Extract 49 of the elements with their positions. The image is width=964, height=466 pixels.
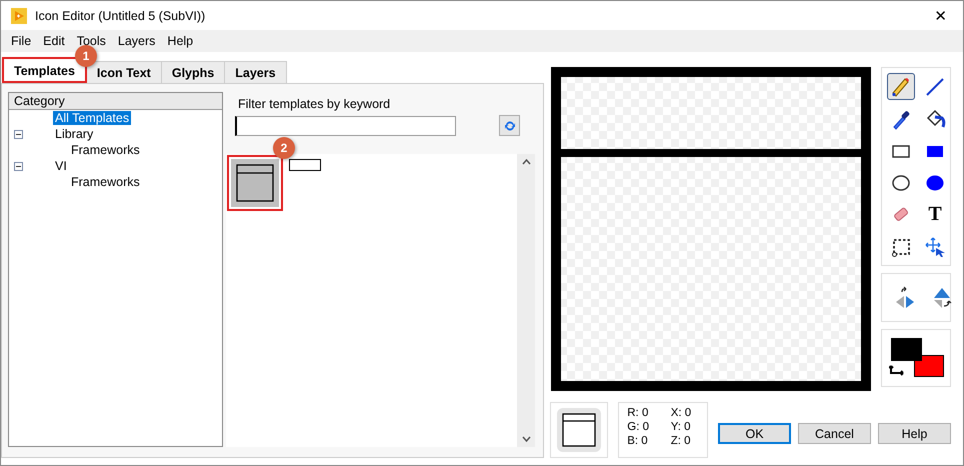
tab[interactable]: Layers xyxy=(224,61,287,83)
tree-item[interactable]: Frameworks xyxy=(69,143,142,157)
menu-item[interactable]: File xyxy=(5,34,38,48)
readout-value: R: 0 xyxy=(627,407,650,421)
app-icon xyxy=(11,8,27,24)
scroll-down-icon xyxy=(522,435,530,443)
menu-item[interactable]: Layers xyxy=(112,34,162,48)
tab[interactable]: Glyphs xyxy=(160,61,226,83)
tree-item[interactable]: Frameworks xyxy=(69,175,142,189)
callout-badge: 2 xyxy=(273,137,295,159)
tab[interactable]: Icon Text xyxy=(86,61,162,83)
tree-item[interactable]: VI xyxy=(53,159,69,173)
refresh-button[interactable] xyxy=(499,115,520,136)
background-color-swatch[interactable] xyxy=(914,355,944,377)
menu-item[interactable]: Help xyxy=(161,34,200,48)
dialog-button[interactable]: Help xyxy=(878,423,951,444)
readout-value: Z: 0 xyxy=(670,435,692,449)
collapse-icon[interactable] xyxy=(14,130,23,138)
scrollbar[interactable] xyxy=(517,154,535,447)
dialog-button[interactable]: Cancel xyxy=(798,423,871,444)
paint-bucket-icon xyxy=(924,108,946,130)
readout-value: B: 0 xyxy=(627,435,649,449)
foreground-color-swatch[interactable] xyxy=(891,338,922,361)
preview-icon xyxy=(557,408,602,452)
tool-button[interactable]: T xyxy=(921,201,949,228)
readout-value: X: 0 xyxy=(670,407,692,421)
filter-field[interactable] xyxy=(235,116,456,136)
pencil-icon xyxy=(890,76,912,98)
tree-item[interactable]: All Templates xyxy=(53,111,132,125)
refresh-icon xyxy=(502,118,516,132)
scroll-up-icon xyxy=(522,158,530,166)
menu-item[interactable]: Tools xyxy=(70,34,112,48)
move-icon xyxy=(924,236,946,258)
filter-label: Filter templates by keyword xyxy=(238,97,392,111)
close-button[interactable]: ✕ xyxy=(928,6,953,24)
readout-value: Y: 0 xyxy=(670,421,692,435)
readout-value: G: 0 xyxy=(627,421,650,435)
window-title: Icon Editor (Untitled 5 (SubVI)) xyxy=(35,8,206,22)
template-item[interactable] xyxy=(287,157,323,173)
collapse-icon[interactable] xyxy=(14,162,23,170)
column-header: Category xyxy=(9,93,222,110)
template-icon xyxy=(236,164,274,202)
dialog-button[interactable]: OK xyxy=(718,423,791,444)
tree-item[interactable]: Library xyxy=(53,127,96,141)
swap-colors-icon xyxy=(889,363,905,376)
flip-horizontal-icon xyxy=(894,286,916,310)
line-icon xyxy=(924,76,946,98)
menu-item[interactable]: Edit xyxy=(37,34,71,48)
template-item[interactable] xyxy=(229,157,281,209)
